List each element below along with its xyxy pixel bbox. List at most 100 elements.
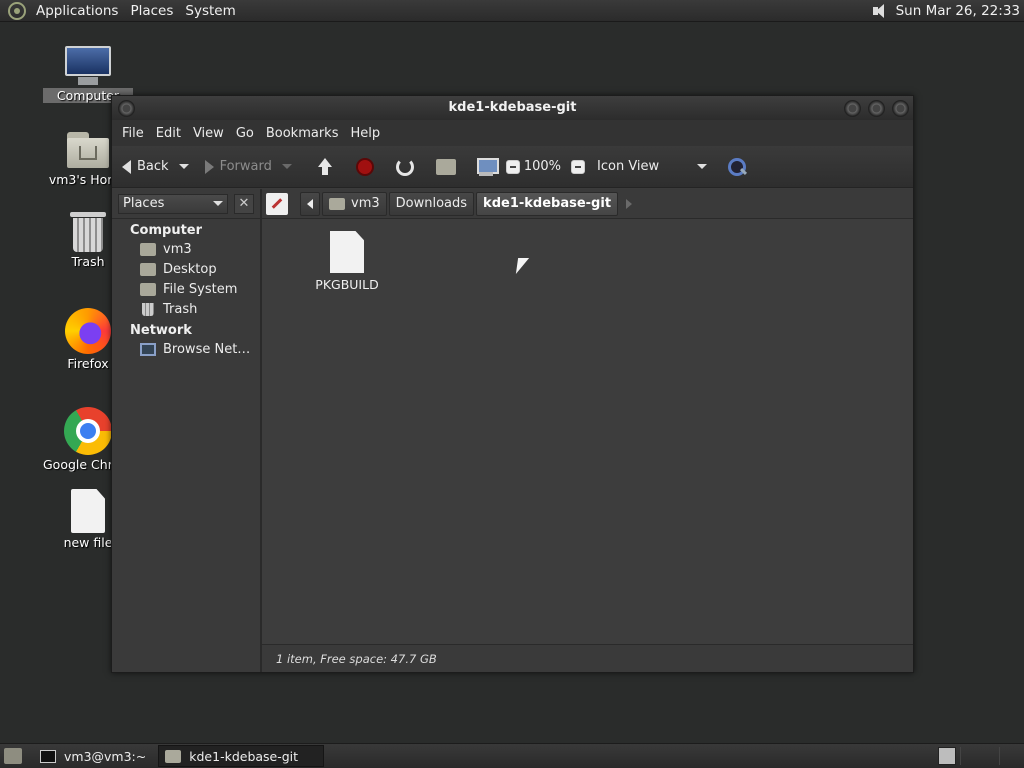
breadcrumb-label: kde1-kdebase-git [483, 196, 612, 211]
forward-button[interactable]: Forward [204, 159, 292, 174]
sidebar-item-desktop[interactable]: Desktop [112, 259, 260, 279]
back-label: Back [137, 159, 169, 174]
status-text: 1 item, Free space: 47.7 GB [276, 651, 437, 666]
file-manager-window: kde1-kdebase-git File Edit View Go Bookm… [111, 95, 914, 673]
window-title: kde1-kdebase-git [448, 100, 577, 115]
home-folder-icon [329, 197, 345, 210]
menu-go[interactable]: Go [230, 126, 260, 141]
workspace-2[interactable] [960, 747, 1000, 765]
breadcrumb-vm3[interactable]: vm3 [322, 191, 387, 216]
computer-icon [476, 157, 499, 176]
folder-icon [165, 749, 182, 763]
sidebar-item-label: vm3 [163, 241, 192, 257]
close-sidebar-button[interactable]: ✕ [234, 193, 254, 214]
back-arrow-icon [122, 159, 131, 174]
view-mode-select[interactable]: Icon View [597, 159, 708, 174]
minimize-button[interactable] [844, 100, 861, 117]
bottom-panel: vm3@vm3:~ kde1-kdebase-git [0, 743, 1024, 768]
menu-applications[interactable]: Applications [30, 3, 124, 19]
chevron-down-icon [213, 201, 223, 206]
zoom-in-icon [571, 159, 586, 174]
view-mode-label: Icon View [597, 159, 660, 174]
breadcrumb-downloads[interactable]: Downloads [388, 191, 475, 216]
maximize-button[interactable] [868, 100, 885, 117]
chevron-down-icon [697, 164, 708, 169]
top-panel: Applications Places System Sun Mar 26, 2… [0, 0, 1024, 22]
zoom-level[interactable]: 100% [524, 159, 561, 174]
edit-location-button[interactable] [266, 192, 288, 215]
show-desktop-icon[interactable] [4, 748, 22, 764]
file-name: PKGBUILD [315, 277, 379, 292]
home-folder-icon [140, 242, 156, 256]
menu-places[interactable]: Places [124, 3, 179, 19]
sidebar-item-vm3[interactable]: vm3 [112, 239, 260, 259]
task-terminal[interactable]: vm3@vm3:~ [34, 745, 152, 767]
menu-bookmarks[interactable]: Bookmarks [260, 126, 345, 141]
workspace-1[interactable] [938, 747, 956, 765]
path-bar: vm3 Downloads kde1-kdebase-git [262, 189, 913, 219]
menubar: File Edit View Go Bookmarks Help [112, 120, 913, 146]
stop-icon [355, 157, 374, 176]
zoom-out-icon [505, 159, 520, 174]
back-history-dropdown[interactable] [178, 164, 189, 169]
sidebar-item-browse-network[interactable]: Browse Net… [112, 339, 260, 359]
sidebar-item-file-system[interactable]: File System [112, 279, 260, 299]
volume-icon[interactable] [870, 2, 888, 20]
trash-icon [142, 302, 154, 316]
sidebar-item-label: File System [163, 281, 238, 297]
breadcrumb-current[interactable]: kde1-kdebase-git [476, 191, 619, 216]
file-icon [71, 489, 105, 533]
forward-history-dropdown[interactable] [281, 164, 292, 169]
sidebar: Places ✕ Computer vm3 Desktop File Syste… [112, 189, 262, 672]
firefox-icon [65, 308, 111, 354]
file-item[interactable]: PKGBUILD [312, 231, 382, 292]
path-scroll-left-button[interactable] [300, 191, 320, 216]
up-button[interactable] [316, 157, 334, 176]
task-label: vm3@vm3:~ [64, 748, 147, 764]
sidebar-section-network: Network [130, 323, 192, 338]
forward-label: Forward [219, 159, 272, 174]
content-area: vm3 Downloads kde1-kdebase-git PKGBUILD … [262, 189, 913, 672]
search-icon [727, 157, 747, 177]
breadcrumb-label: Downloads [395, 196, 468, 211]
sidebar-item-label: Trash [163, 301, 198, 317]
zoom-out-button[interactable] [505, 159, 520, 174]
mouse-cursor-icon [515, 258, 530, 274]
terminal-icon [40, 749, 56, 763]
reload-icon [395, 157, 414, 176]
gnome-foot-icon[interactable] [8, 1, 26, 20]
trash-icon [70, 210, 106, 252]
menu-edit[interactable]: Edit [150, 126, 187, 141]
task-label: kde1-kdebase-git [189, 748, 299, 764]
stop-button[interactable] [355, 157, 374, 176]
sidebar-type-label: Places [123, 196, 165, 211]
text-file-icon [330, 231, 364, 273]
reload-button[interactable] [395, 157, 414, 176]
menu-view[interactable]: View [187, 126, 230, 141]
chrome-icon [64, 407, 112, 455]
path-scroll-right-icon[interactable] [626, 198, 633, 209]
home-folder-icon [65, 130, 111, 170]
computer-button[interactable] [476, 157, 499, 176]
breadcrumb-label: vm3 [351, 196, 380, 211]
menu-system[interactable]: System [179, 3, 241, 19]
window-titlebar[interactable]: kde1-kdebase-git [112, 96, 913, 120]
desktop-folder-icon [140, 262, 156, 276]
menu-file[interactable]: File [116, 126, 150, 141]
sidebar-item-trash[interactable]: Trash [112, 299, 260, 319]
search-button[interactable] [727, 157, 747, 177]
clock[interactable]: Sun Mar 26, 22:33 [896, 3, 1020, 19]
drive-icon [140, 282, 156, 296]
sidebar-type-select[interactable]: Places [118, 193, 228, 214]
home-button[interactable] [435, 158, 456, 175]
icon-view[interactable]: PKGBUILD [262, 219, 913, 644]
window-menu-button[interactable] [118, 100, 135, 117]
menu-help[interactable]: Help [344, 126, 386, 141]
home-folder-icon [435, 158, 456, 175]
sidebar-section-computer: Computer [130, 223, 203, 238]
chevron-left-icon [307, 198, 313, 209]
close-button[interactable] [892, 100, 909, 117]
back-button[interactable]: Back [122, 159, 189, 174]
task-file-manager[interactable]: kde1-kdebase-git [158, 745, 325, 767]
zoom-in-button[interactable] [571, 159, 586, 174]
